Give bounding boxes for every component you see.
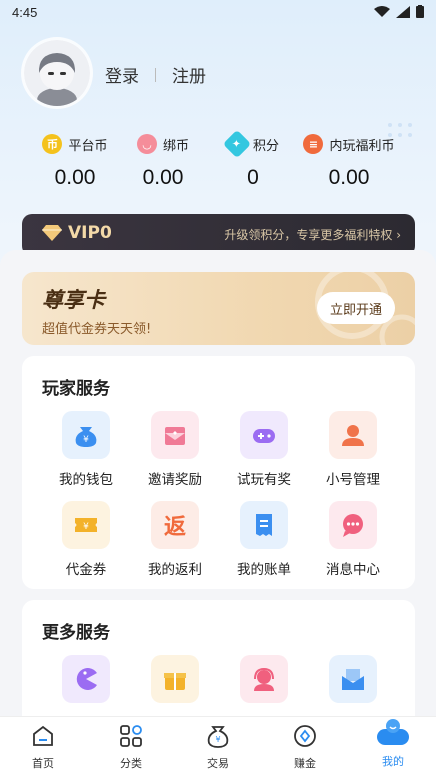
service-trial[interactable]: 试玩有奖 <box>224 411 304 488</box>
category-icon <box>120 725 142 747</box>
nav-home[interactable]: 首页 <box>8 723 78 771</box>
service-label: 消息中心 <box>326 562 380 578</box>
service-invite[interactable]: 邀请奖励 <box>135 411 215 488</box>
gift-icon <box>151 655 199 703</box>
currency-value: 0.00 <box>328 166 370 189</box>
nav-label: 首页 <box>32 757 54 770</box>
svg-text:¥: ¥ <box>83 522 89 532</box>
service-label: 我的账单 <box>237 562 291 578</box>
nav-trade[interactable]: ¥ 交易 <box>183 723 253 771</box>
nav-earn[interactable]: 赚金 <box>270 723 340 771</box>
rebate-icon: 返 <box>151 501 199 549</box>
vip-level: VIP0 <box>68 223 112 243</box>
service-rebate[interactable]: 返 我的返利 <box>135 501 215 578</box>
home-icon <box>33 725 53 746</box>
currency-points[interactable]: ✦ 积分 0 <box>198 129 308 190</box>
svg-text:¥: ¥ <box>83 435 89 445</box>
premium-card[interactable]: 尊享卡 超值代金券天天领! 立即开通 <box>22 272 415 345</box>
service-accounts[interactable]: 小号管理 <box>313 411 393 488</box>
player-services-section: 玩家服务 ¥ 我的钱包 邀请奖励 试玩有奖 小号管理 ¥ 代金券 返 我的返利 … <box>22 356 415 589</box>
premium-card-subtitle: 超值代金券天天领! <box>42 322 152 337</box>
service-label: 我的钱包 <box>59 472 113 488</box>
gamepad-icon <box>240 411 288 459</box>
nav-label: 分类 <box>120 757 142 770</box>
profile-icon <box>377 719 409 745</box>
svg-text:¥: ¥ <box>215 735 220 744</box>
status-icons <box>374 5 424 18</box>
service-label: 小号管理 <box>326 472 380 488</box>
auth-links: 登录 注册 <box>105 62 206 87</box>
diamond-icon <box>42 225 62 241</box>
premium-card-title: 尊享卡 <box>42 288 105 312</box>
user-manage-icon <box>329 411 377 459</box>
nav-label: 我的 <box>382 755 404 768</box>
pacman-icon <box>62 655 110 703</box>
status-bar: 4:45 <box>0 0 436 26</box>
voucher-icon: ¥ <box>62 501 110 549</box>
register-link[interactable]: 注册 <box>172 62 206 87</box>
earn-icon <box>294 725 316 747</box>
service-messages[interactable]: 消息中心 <box>313 501 393 578</box>
login-link[interactable]: 登录 <box>105 62 139 87</box>
service-wallet[interactable]: ¥ 我的钱包 <box>46 411 126 488</box>
service-bill[interactable]: 我的账单 <box>224 501 304 578</box>
nav-category[interactable]: 分类 <box>96 723 166 771</box>
battery-icon <box>416 5 424 18</box>
activate-button[interactable]: 立即开通 <box>317 292 395 324</box>
headset-icon <box>240 655 288 703</box>
wifi-icon <box>374 5 390 17</box>
currency-label: 平台币 <box>68 138 108 154</box>
service-label: 试玩有奖 <box>237 472 291 488</box>
service-label: 我的返利 <box>148 562 202 578</box>
divider <box>155 67 156 82</box>
service-voucher[interactable]: ¥ 代金券 <box>46 501 126 578</box>
currency-welfare[interactable]: ≡ 内玩福利币 0.00 <box>294 134 404 190</box>
currency-value: 0 <box>247 166 259 189</box>
nav-profile[interactable]: 我的 <box>358 719 428 769</box>
currency-label: 绑币 <box>162 138 189 154</box>
coin-icon: 币 <box>42 134 63 154</box>
currency-label: 内玩福利币 <box>329 138 395 154</box>
points-icon: ✦ <box>222 129 252 159</box>
avatar[interactable] <box>24 40 90 106</box>
invite-envelope-icon <box>151 411 199 459</box>
vip-desc: 升级领积分，专享更多福利特权 <box>224 228 393 242</box>
currency-label: 积分 <box>252 138 279 154</box>
bottom-nav: 首页 分类 ¥ 交易 赚金 我的 <box>0 716 436 777</box>
nav-label: 赚金 <box>294 757 316 770</box>
wallet-icon: ¥ <box>62 411 110 459</box>
service-label: 代金券 <box>65 562 107 578</box>
signal-icon <box>396 5 410 18</box>
section-title: 玩家服务 <box>42 379 110 399</box>
service-label: 邀请奖励 <box>148 472 202 488</box>
bind-coin-icon: ◡ <box>136 134 157 154</box>
status-time: 4:45 <box>12 5 38 20</box>
message-icon <box>329 501 377 549</box>
welfare-coin-icon: ≡ <box>303 134 324 154</box>
bill-icon <box>240 501 288 549</box>
trade-icon: ¥ <box>207 726 229 748</box>
nav-label: 交易 <box>207 757 229 770</box>
chevron-right-icon: › <box>392 228 401 242</box>
avatar-face-icon <box>24 40 90 106</box>
mail-icon <box>329 655 377 703</box>
section-title: 更多服务 <box>42 623 110 643</box>
